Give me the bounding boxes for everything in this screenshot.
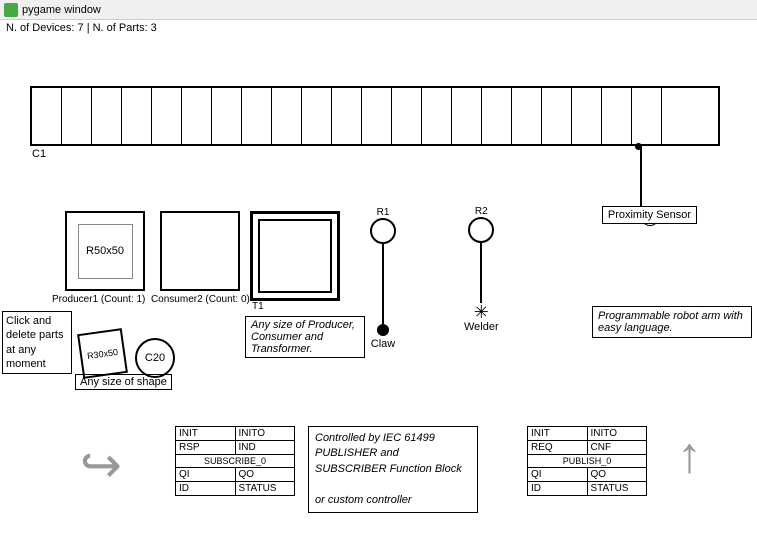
conveyor-seg [152, 88, 182, 144]
conveyor[interactable]: C1 [30, 86, 720, 146]
fb-right-col1-header: INIT [528, 427, 588, 440]
fb-left-row2: QI QO [176, 468, 294, 482]
conveyor-seg [212, 88, 242, 144]
conveyor-seg [422, 88, 452, 144]
conveyor-seg [272, 88, 302, 144]
transformer-inner [258, 219, 332, 293]
statusbar: N. of Devices: 7 | N. of Parts: 3 [0, 20, 757, 36]
main-area: Any size, 4 directions and adjustable sp… [0, 36, 757, 536]
fb-left-qo: QO [236, 468, 295, 481]
fb-right-header: INIT INITO [528, 427, 646, 441]
conveyor-seg [452, 88, 482, 144]
fb-left-col1-header: INIT [176, 427, 236, 440]
conveyor-seg [182, 88, 212, 144]
fb-left-id: ID [176, 482, 236, 495]
conveyor-seg [512, 88, 542, 144]
arrow-left-icon: ↪ [80, 436, 122, 494]
proximity-sensor-line [640, 147, 642, 209]
conveyor-seg [602, 88, 632, 144]
conveyor-seg [62, 88, 92, 144]
fb-right-qi: QI [528, 468, 588, 481]
fb-left-header: INIT INITO [176, 427, 294, 441]
fb-left-row3: ID STATUS [176, 482, 294, 495]
conveyor-seg [362, 88, 392, 144]
welder-area[interactable]: R2 ✳ Welder [464, 206, 499, 333]
claw-id: R1 [370, 207, 396, 218]
fb-left[interactable]: INIT INITO RSP IND SUBSCRIBE_0 QI QO ID … [175, 426, 295, 496]
window-title: pygame window [22, 4, 101, 16]
welder-label: Welder [464, 321, 499, 333]
arrow-right-icon: ↑ [677, 426, 702, 484]
any-size-pct: Any size of Producer, Consumer and Trans… [245, 316, 365, 358]
middle-text-line3: SUBSCRIBER Function Block [315, 463, 462, 475]
conveyor-seg [392, 88, 422, 144]
fb-left-row1: RSP IND [176, 441, 294, 455]
producer-inner: R50x50 [78, 224, 133, 279]
pc-labels: Producer1 (Count: 1) Consumer2 (Count: 0… [52, 294, 250, 305]
fb-right[interactable]: INIT INITO REQ CNF PUBLISH_0 QI QO ID ST… [527, 426, 647, 496]
fb-right-status: STATUS [588, 482, 647, 495]
fb-left-rsp: RSP [176, 441, 236, 454]
fb-right-row3: ID STATUS [528, 482, 646, 495]
conveyor-seg [542, 88, 572, 144]
robot-arm-label: Programmable robot arm with easy languag… [592, 306, 752, 338]
fb-left-col2-header: INITO [236, 427, 295, 440]
claw-line [382, 244, 384, 324]
conveyor-seg [302, 88, 332, 144]
conveyor-seg [572, 88, 602, 144]
claw-dot-bottom [377, 324, 389, 336]
welder-id: R2 [464, 206, 499, 217]
conveyor-label: C1 [32, 148, 46, 160]
middle-text-line5: or custom controller [315, 494, 412, 506]
device-count: N. of Devices: 7 | N. of Parts: 3 [6, 22, 157, 34]
fb-left-subscribe: SUBSCRIBE_0 [176, 455, 294, 468]
middle-text-line2: PUBLISHER and [315, 447, 399, 459]
fb-right-row2: QI QO [528, 468, 646, 482]
conveyor-seg [122, 88, 152, 144]
fb-right-id: ID [528, 482, 588, 495]
fb-right-publish: PUBLISH_0 [528, 455, 646, 468]
producer-box[interactable]: R50x50 [65, 211, 145, 291]
welder-spark: ✳ [464, 303, 499, 321]
fb-right-qo: QO [588, 468, 647, 481]
fb-left-status: STATUS [236, 482, 295, 495]
fb-right-row1: REQ CNF [528, 441, 646, 455]
conveyor-seg [332, 88, 362, 144]
welder-line [480, 243, 482, 303]
small-r-box[interactable]: R30x50 [77, 328, 128, 379]
middle-text-line1: Controlled by IEC 61499 [315, 432, 435, 444]
middle-text-box: Controlled by IEC 61499 PUBLISHER and SU… [308, 426, 478, 513]
fb-left-qi: QI [176, 468, 236, 481]
click-delete-label: Click and delete parts at any moment [2, 311, 72, 374]
consumer-box[interactable] [160, 211, 240, 291]
any-size-shape: Any size of shape [75, 374, 172, 390]
claw-area[interactable]: R1 Claw [370, 206, 396, 350]
claw-circle-top [370, 218, 396, 244]
fb-right-cnf: CNF [588, 441, 647, 454]
conveyor-seg [632, 88, 662, 144]
welder-circle-top [468, 217, 494, 243]
c20-circle[interactable]: C20 [135, 338, 175, 378]
claw-label: Claw [370, 338, 396, 350]
transformer-box[interactable] [250, 211, 340, 301]
transformer-label: T1 [252, 301, 264, 312]
titlebar: pygame window [0, 0, 757, 20]
fb-right-col2-header: INITO [588, 427, 647, 440]
conveyor-seg [92, 88, 122, 144]
fb-right-req: REQ [528, 441, 588, 454]
fb-left-ind: IND [236, 441, 295, 454]
conveyor-seg [482, 88, 512, 144]
proximity-sensor-label: Proximity Sensor [602, 206, 697, 224]
app-icon [4, 3, 18, 17]
conveyor-seg [32, 88, 62, 144]
conveyor-seg [242, 88, 272, 144]
